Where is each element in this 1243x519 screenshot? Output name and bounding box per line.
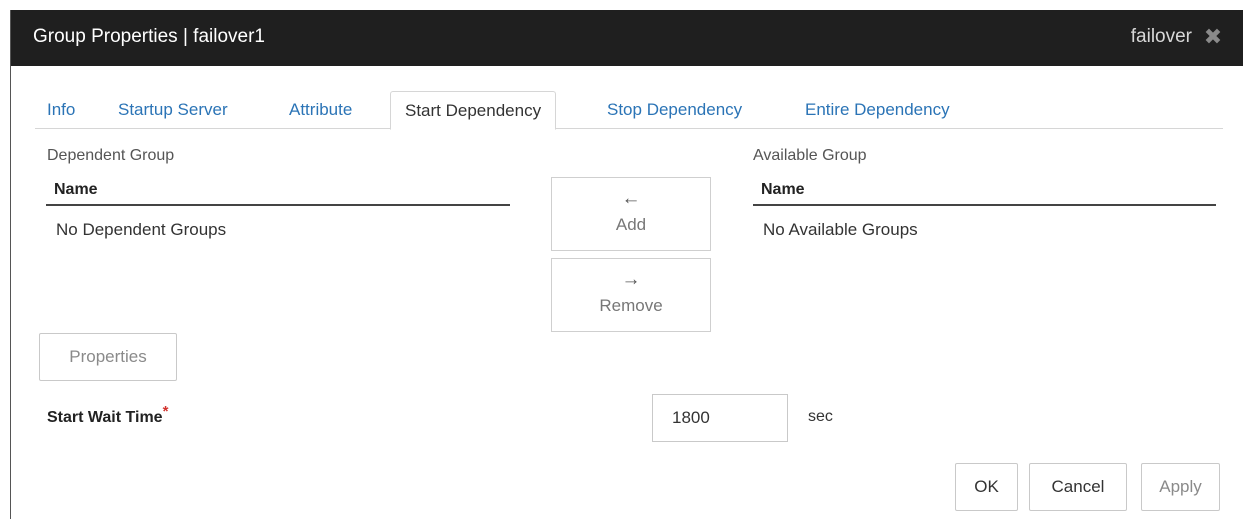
group-type-label: failover bbox=[1130, 26, 1192, 47]
title-bar: Group Properties | failover1 failover ✖ bbox=[11, 10, 1243, 66]
available-empty-text: No Available Groups bbox=[763, 220, 918, 239]
add-button[interactable]: ← Add bbox=[551, 177, 711, 251]
cancel-button[interactable]: Cancel bbox=[1029, 463, 1127, 511]
ok-button[interactable]: OK bbox=[955, 463, 1018, 511]
dependent-empty-text: No Dependent Groups bbox=[56, 220, 227, 239]
start-wait-time-label: Start Wait Time* bbox=[47, 403, 169, 426]
group-properties-dialog: Group Properties | failover1 failover ✖ … bbox=[10, 10, 1243, 519]
dependent-name-column-header[interactable]: Name bbox=[46, 177, 510, 206]
tab-attribute[interactable]: Attribute bbox=[289, 91, 352, 129]
tab-startup-server[interactable]: Startup Server bbox=[118, 91, 228, 129]
arrow-right-icon: → bbox=[621, 269, 641, 290]
required-marker: * bbox=[162, 403, 169, 420]
start-wait-time-input[interactable] bbox=[652, 394, 788, 442]
start-wait-time-unit: sec bbox=[808, 408, 833, 425]
apply-button[interactable]: Apply bbox=[1141, 463, 1220, 511]
close-icon[interactable]: ✖ bbox=[1202, 25, 1224, 49]
properties-button[interactable]: Properties bbox=[39, 333, 177, 381]
available-name-column-header[interactable]: Name bbox=[753, 177, 1216, 206]
tab-entire-dependency[interactable]: Entire Dependency bbox=[805, 91, 950, 129]
remove-button[interactable]: → Remove bbox=[551, 258, 711, 332]
tab-info[interactable]: Info bbox=[47, 91, 75, 129]
tab-bar: Info Startup Server Attribute Start Depe… bbox=[35, 91, 1223, 130]
remove-button-label: Remove bbox=[599, 296, 663, 315]
dependent-group-label: Dependent Group bbox=[47, 147, 175, 164]
available-group-label: Available Group bbox=[753, 147, 867, 164]
arrow-left-icon: ← bbox=[621, 188, 641, 209]
tab-stop-dependency[interactable]: Stop Dependency bbox=[607, 91, 742, 129]
dialog-title: Group Properties | failover1 bbox=[33, 26, 265, 47]
add-button-label: Add bbox=[615, 215, 647, 234]
tab-start-dependency[interactable]: Start Dependency bbox=[390, 91, 557, 130]
